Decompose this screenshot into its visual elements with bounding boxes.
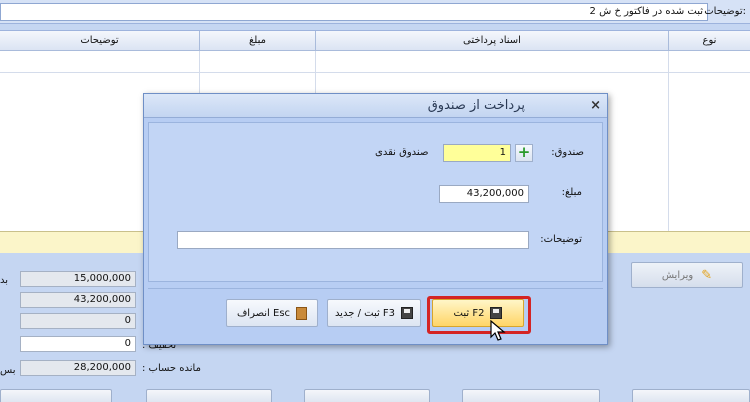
pencil-icon: ✎ — [701, 267, 713, 283]
bottom-button-f10[interactable] — [0, 389, 112, 402]
cancel-button-label: انصراف Esc — [236, 307, 291, 319]
close-icon[interactable]: × — [590, 98, 601, 113]
description-label: توضیحات: — [704, 6, 746, 17]
cut-label: بد — [0, 275, 9, 286]
save-new-button-label: ثبت / جدید F3 — [334, 307, 396, 319]
bottom-button-f9[interactable] — [146, 389, 272, 402]
cash-payment-dialog: پرداخت از صندوق × صندوق: + 1 صندوق نقدی … — [143, 93, 608, 345]
summary-value: 0 — [20, 313, 136, 329]
dialog-footer: انصراف Esc ثبت / جدید F3 ثبت F2 — [148, 288, 603, 340]
save-new-button[interactable]: ثبت / جدید F3 — [327, 299, 421, 327]
fund-name: صندوق نقدی — [375, 147, 429, 158]
header-amount[interactable]: مبلغ — [199, 31, 315, 51]
edit-button[interactable]: ویرایش ✎ — [631, 262, 743, 288]
dialog-body: صندوق: + 1 صندوق نقدی مبلغ: 43,200,000 ت… — [148, 122, 603, 282]
save-plus-icon — [401, 307, 414, 319]
summary-value: 43,200,000 — [20, 292, 136, 308]
bottom-button-f6[interactable] — [632, 389, 750, 402]
save-button-highlight — [427, 296, 531, 334]
dialog-titlebar[interactable]: پرداخت از صندوق × — [144, 94, 607, 118]
fund-label: صندوق: — [551, 147, 584, 158]
amount-input[interactable]: 43,200,000 — [439, 185, 529, 203]
balance-value: 28,200,000 — [20, 360, 136, 376]
dialog-title: پرداخت از صندوق — [427, 98, 525, 113]
add-fund-button[interactable]: + — [515, 144, 533, 162]
bottom-button-f8[interactable] — [304, 389, 430, 402]
amount-label: مبلغ: — [561, 187, 582, 198]
header-documents[interactable]: اسناد پرداختی — [315, 31, 668, 51]
notes-label: توضیحات: — [540, 234, 582, 245]
header-type[interactable]: نوع — [668, 31, 750, 51]
discount-input[interactable]: 0 — [20, 336, 136, 352]
mouse-cursor-icon — [490, 320, 506, 341]
bottom-button-f7[interactable] — [462, 389, 600, 402]
grid-header: نوع اسناد پرداختی مبلغ توضیحات — [0, 31, 750, 51]
notes-input[interactable] — [177, 231, 529, 249]
balance-label: مانده حساب : — [142, 363, 201, 374]
description-row: ثبت شده در فاکتور خ ش 2 توضیحات: — [0, 0, 750, 24]
edit-button-label: ویرایش — [661, 269, 694, 281]
cancel-button[interactable]: انصراف Esc — [226, 299, 318, 327]
header-notes[interactable]: توضیحات — [0, 31, 199, 51]
exit-door-icon — [296, 306, 308, 320]
table-row[interactable] — [0, 51, 750, 73]
fund-code-input[interactable]: 1 — [443, 144, 511, 162]
grid-divider — [668, 51, 669, 231]
summary-value: 15,000,000 — [20, 271, 136, 287]
cut-label: بس — [0, 365, 16, 376]
description-input[interactable]: ثبت شده در فاکتور خ ش 2 — [0, 3, 708, 21]
